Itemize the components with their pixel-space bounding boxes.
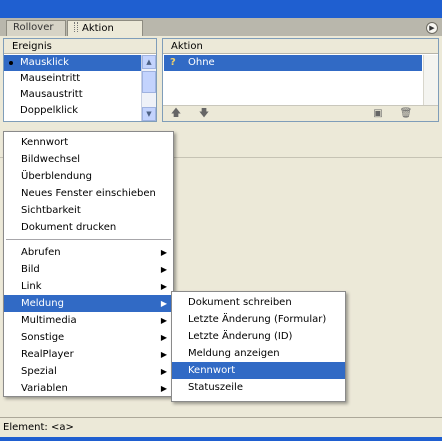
- action-panel: Aktion ? Ohne 🡅 🡇 ▣ 🗑: [162, 38, 439, 122]
- event-item-label: Mausklick: [20, 57, 69, 68]
- bullet-icon: [9, 61, 13, 65]
- move-up-icon[interactable]: 🡅: [169, 107, 183, 121]
- bottom-strip: [0, 437, 442, 441]
- scroll-thumb[interactable]: [142, 71, 156, 93]
- chevron-right-icon: ▶: [160, 384, 167, 393]
- chevron-right-icon: ▶: [160, 316, 167, 325]
- menu-item-bild[interactable]: Bild ▶: [4, 261, 173, 278]
- menu-item-sichtbarkeit[interactable]: Sichtbarkeit: [4, 202, 173, 219]
- submenu-item-kennwort[interactable]: Kennwort: [172, 362, 345, 379]
- context-menu: Kennwort Bildwechsel Überblendung Neues …: [3, 131, 174, 397]
- event-item-mauseintritt[interactable]: Mauseintritt: [4, 71, 142, 87]
- event-column-header[interactable]: Ereignis: [4, 39, 156, 54]
- menu-item-dokument-drucken[interactable]: Dokument drucken: [4, 219, 173, 236]
- action-column-header[interactable]: Aktion: [163, 39, 438, 54]
- event-item-label: Mauseintritt: [20, 73, 81, 84]
- scroll-up-icon[interactable]: ▲: [142, 55, 156, 69]
- menu-item-multimedia[interactable]: Multimedia ▶: [4, 312, 173, 329]
- event-item-label: Doppelklick: [20, 105, 79, 116]
- action-item-ohne[interactable]: ? Ohne: [164, 55, 422, 71]
- submenu-item-meldung-anzeigen[interactable]: Meldung anzeigen: [172, 345, 345, 362]
- menu-item-variablen[interactable]: Variablen ▶: [4, 380, 173, 397]
- chevron-right-icon: ▶: [160, 248, 167, 257]
- tab-strip: Rollover Aktion ▶: [0, 18, 442, 36]
- chevron-right-icon: ▶: [160, 265, 167, 274]
- chevron-right-icon: ▶: [160, 282, 167, 291]
- chevron-right-icon: ▶: [160, 350, 167, 359]
- menu-item-sonstige[interactable]: Sonstige ▶: [4, 329, 173, 346]
- event-panel: Ereignis Mausklick Mauseintritt Mausaust…: [3, 38, 157, 122]
- question-icon: ?: [170, 57, 176, 68]
- action-item-label: Ohne: [188, 57, 215, 68]
- submenu-item-dokument-schreiben[interactable]: Dokument schreiben: [172, 294, 345, 311]
- menu-separator: [6, 239, 171, 240]
- menu-item-meldung[interactable]: Meldung ▶: [4, 295, 173, 312]
- menu-item-link[interactable]: Link ▶: [4, 278, 173, 295]
- menu-item-realplayer[interactable]: RealPlayer ▶: [4, 346, 173, 363]
- event-list: Mausklick Mauseintritt Mausaustritt Dopp…: [4, 55, 142, 119]
- event-item-mausaustritt[interactable]: Mausaustritt: [4, 87, 142, 103]
- status-text: Element: <a>: [3, 422, 74, 433]
- event-item-mausklick[interactable]: Mausklick: [4, 55, 142, 71]
- menu-item-abrufen[interactable]: Abrufen ▶: [4, 244, 173, 261]
- event-item-label: Mausaustritt: [20, 89, 83, 100]
- grip-icon: [74, 22, 78, 32]
- menu-item-neues-fenster[interactable]: Neues Fenster einschieben: [4, 185, 173, 202]
- scroll-down-icon[interactable]: ▼: [142, 107, 156, 121]
- menu-item-spezial[interactable]: Spezial ▶: [4, 363, 173, 380]
- tab-aktion-label: Aktion: [82, 23, 114, 34]
- submenu-item-statuszeile[interactable]: Statuszeile: [172, 379, 345, 396]
- action-scrollbar[interactable]: [423, 55, 438, 105]
- submenu-meldung: Dokument schreiben Letzte Änderung (Form…: [171, 291, 346, 402]
- menu-item-kennwort[interactable]: Kennwort: [4, 134, 173, 151]
- chevron-right-icon: ▶: [160, 299, 167, 308]
- trash-icon[interactable]: 🗑: [399, 107, 413, 121]
- chevron-right-icon: ▶: [160, 367, 167, 376]
- tab-rollover[interactable]: Rollover: [6, 20, 66, 36]
- submenu-item-letzte-aenderung-formular[interactable]: Letzte Änderung (Formular): [172, 311, 345, 328]
- tab-rollover-label: Rollover: [13, 22, 54, 33]
- submenu-item-letzte-aenderung-id[interactable]: Letzte Änderung (ID): [172, 328, 345, 345]
- event-item-doppelklick[interactable]: Doppelklick: [4, 103, 142, 119]
- panel-menu-icon[interactable]: ▶: [426, 22, 438, 34]
- menu-item-ueberblendung[interactable]: Überblendung: [4, 168, 173, 185]
- action-list: ? Ohne: [164, 55, 422, 71]
- edit-icon[interactable]: ▣: [371, 107, 385, 121]
- chevron-right-icon: ▶: [160, 333, 167, 342]
- tab-aktion[interactable]: Aktion: [67, 20, 143, 36]
- action-toolbar: 🡅 🡇 ▣ 🗑: [163, 105, 438, 121]
- window-titlebar: [0, 0, 442, 18]
- move-down-icon[interactable]: 🡇: [197, 107, 211, 121]
- status-bar: Element: <a>: [0, 417, 442, 437]
- menu-item-bildwechsel[interactable]: Bildwechsel: [4, 151, 173, 168]
- event-scrollbar[interactable]: ▲ ▼: [141, 55, 156, 121]
